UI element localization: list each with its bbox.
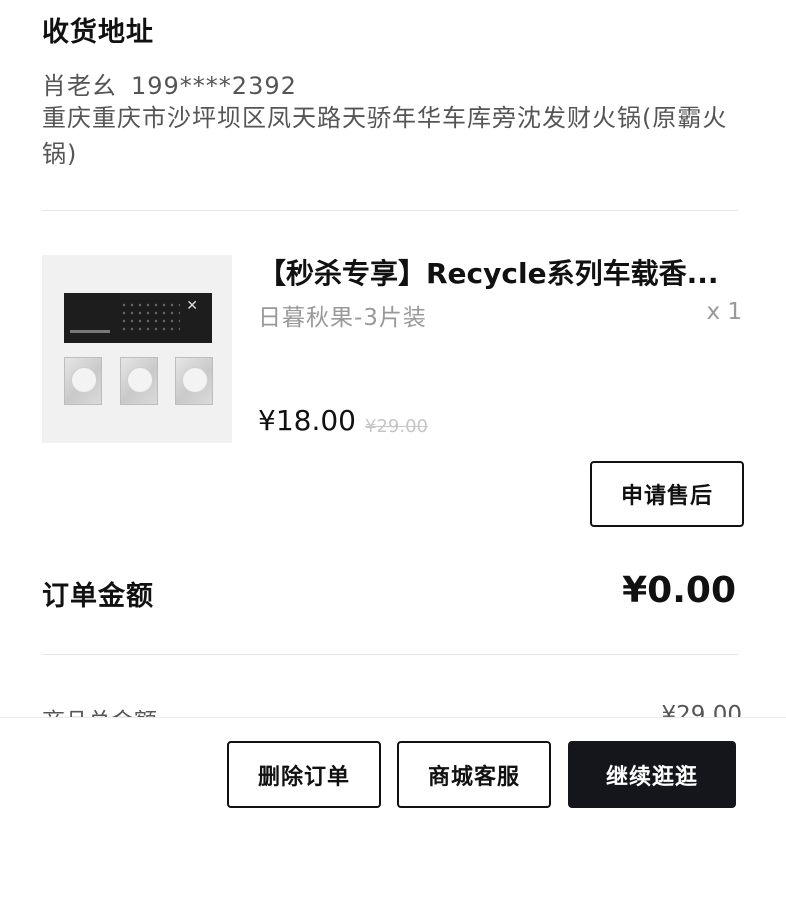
goods-total-label: 商品总金额 [42,702,157,717]
address-section-title: 收货地址 [42,17,154,48]
goods-total-value: ¥29.00 [661,702,742,717]
sachet-graphic [175,357,213,405]
product-title[interactable]: 【秒杀专享】Recycle系列车载香... [258,252,748,292]
product-image[interactable]: ✕ [42,255,232,443]
product-box-graphic: ✕ [64,293,212,343]
product-price: ¥18.00 [258,404,356,437]
order-amount-value: ¥0.00 [622,570,736,611]
product-quantity: x 1 [706,299,742,325]
order-detail-content[interactable]: 收货地址 肖老幺 199****2392 重庆重庆市沙坪坝区凤天路天骄年华车库旁沈… [0,0,786,717]
bottom-action-bar: 删除订单 商城客服 继续逛逛 [0,717,786,901]
order-amount-label: 订单金额 [42,581,154,612]
delete-order-button[interactable]: 删除订单 [227,741,381,808]
divider [42,654,738,655]
recipient-phone: 199****2392 [131,72,297,100]
divider [42,210,738,211]
sachet-graphic [120,357,158,405]
recipient-name: 肖老幺 [42,72,117,100]
continue-shopping-button[interactable]: 继续逛逛 [568,741,736,808]
shipping-address: 重庆重庆市沙坪坝区凤天路天骄年华车库旁沈发财火锅(原霸火锅) [42,104,728,168]
product-variant: 日暮秋果-3片装 [258,305,427,331]
product-original-price: ¥29.00 [365,416,428,437]
recipient-info: 肖老幺 199****2392 [42,66,297,101]
brand-logo-icon: ✕ [186,298,198,314]
apply-after-sales-button[interactable]: 申请售后 [590,461,744,527]
customer-service-button[interactable]: 商城客服 [397,741,551,808]
sachet-graphic [64,357,102,405]
